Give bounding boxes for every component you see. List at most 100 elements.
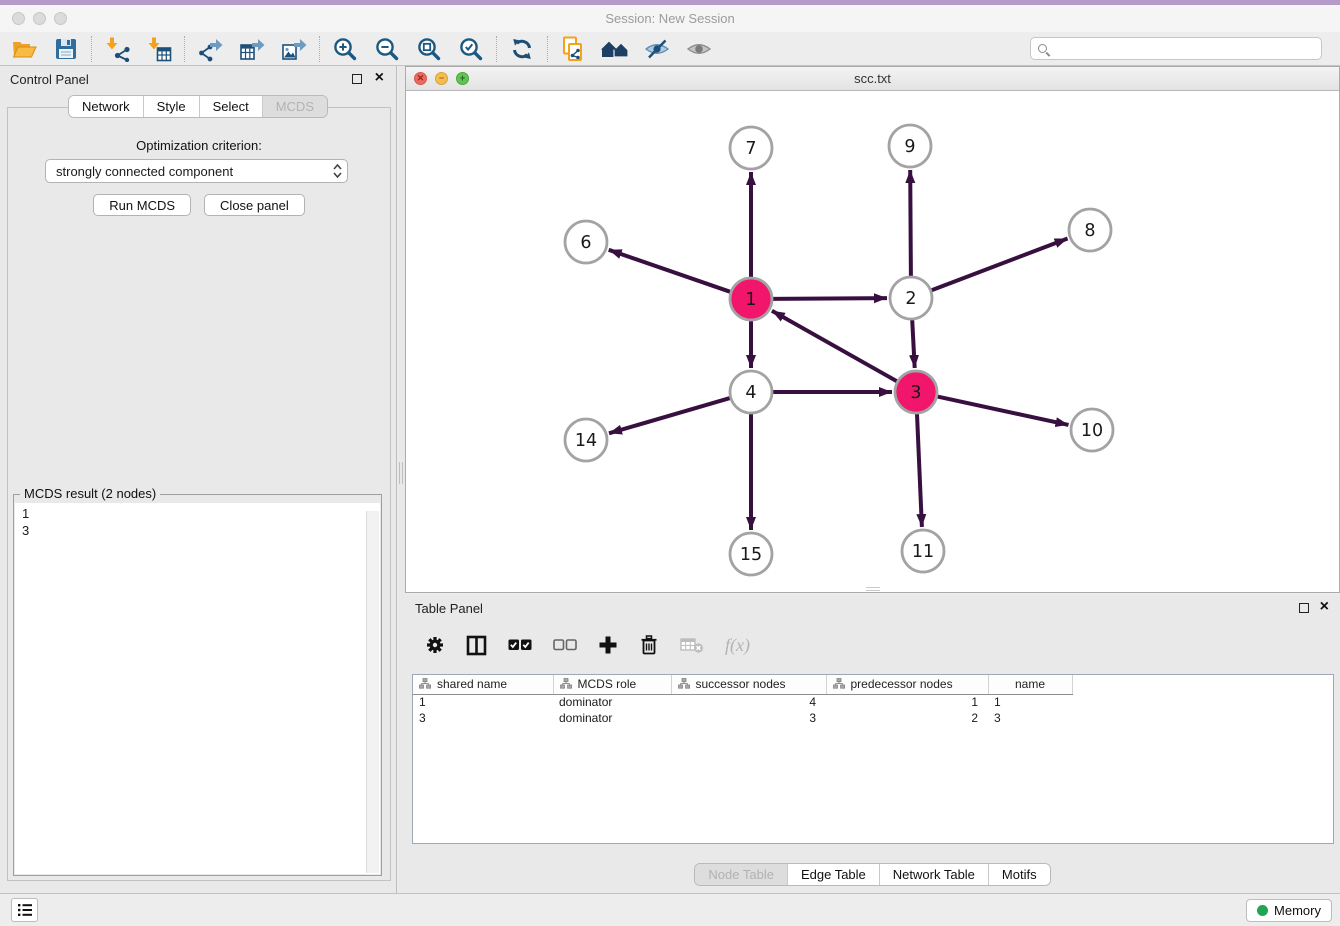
table-row[interactable]: 1dominator411 — [413, 694, 1333, 710]
function-builder-button[interactable]: f(x) — [725, 633, 750, 657]
graph-node-15[interactable]: 15 — [730, 533, 772, 575]
minimize-window-button[interactable] — [33, 12, 46, 25]
table-cell[interactable]: dominator — [553, 694, 671, 710]
column-namespace-icon — [833, 678, 845, 692]
table-tab-network-table[interactable]: Network Table — [879, 864, 988, 885]
export-image-icon — [281, 36, 307, 62]
graph-edge-4-14[interactable] — [609, 398, 730, 433]
graph-edge-2-9[interactable] — [910, 170, 911, 276]
search-box[interactable] — [1030, 37, 1322, 60]
column-header-name[interactable]: name — [988, 675, 1072, 694]
save-session-button[interactable] — [52, 35, 80, 63]
search-input[interactable] — [1053, 42, 1314, 56]
table-cell[interactable]: 3 — [413, 710, 553, 726]
control-tab-style[interactable]: Style — [143, 96, 199, 117]
close-panel-icon[interactable]: × — [375, 70, 384, 86]
graph-node-14[interactable]: 14 — [565, 419, 607, 461]
panel-splitter[interactable] — [398, 66, 405, 893]
graph-edge-3-1[interactable] — [772, 311, 897, 381]
show-all-button[interactable] — [685, 35, 713, 63]
graph-node-8[interactable]: 8 — [1069, 209, 1111, 251]
graph-node-6[interactable]: 6 — [565, 221, 607, 263]
graph-node-11[interactable]: 11 — [902, 530, 944, 572]
column-header-shared-name[interactable]: shared name — [413, 675, 553, 694]
export-table-button[interactable] — [238, 35, 266, 63]
column-header-mcds-role[interactable]: MCDS role — [553, 675, 671, 694]
zoom-in-button[interactable] — [331, 35, 359, 63]
network-window-titlebar[interactable]: ✕ − + scc.txt — [406, 67, 1339, 91]
control-tab-select[interactable]: Select — [199, 96, 262, 117]
canvas-resize-grip[interactable] — [866, 587, 880, 591]
trash-icon — [639, 634, 659, 656]
table-cell[interactable]: dominator — [553, 710, 671, 726]
zoom-out-button[interactable] — [373, 35, 401, 63]
float-table-panel-icon[interactable] — [1299, 603, 1309, 613]
column-header-predecessor-nodes[interactable]: predecessor nodes — [826, 675, 988, 694]
import-table-button[interactable] — [145, 35, 173, 63]
graph-node-10[interactable]: 10 — [1071, 409, 1113, 451]
table-tab-edge-table[interactable]: Edge Table — [787, 864, 879, 885]
clone-network-button[interactable] — [559, 35, 587, 63]
select-all-rows-button[interactable] — [508, 633, 532, 657]
graph-edge-2-3[interactable] — [912, 320, 915, 368]
close-window-button[interactable] — [12, 12, 25, 25]
result-scrollbar[interactable] — [366, 511, 379, 873]
table-tab-node-table[interactable]: Node Table — [695, 864, 787, 885]
graph-edge-2-8[interactable] — [932, 239, 1068, 291]
mcds-result-list[interactable]: 1 3 — [15, 503, 380, 874]
control-tab-network[interactable]: Network — [69, 96, 143, 117]
zoom-window-button[interactable] — [54, 12, 67, 25]
column-header-successor-nodes[interactable]: successor nodes — [671, 675, 826, 694]
graph-edge-3-10[interactable] — [938, 397, 1069, 425]
graph-node-4[interactable]: 4 — [730, 371, 772, 413]
nested-networks-button[interactable] — [601, 35, 629, 63]
delete-columns-button[interactable] — [639, 633, 659, 657]
run-mcds-button[interactable]: Run MCDS — [93, 194, 191, 216]
export-image-button[interactable] — [280, 35, 308, 63]
graph-node-7[interactable]: 7 — [730, 127, 772, 169]
control-panel-tabs: NetworkStyleSelectMCDS — [0, 95, 396, 118]
zoom-fit-button[interactable] — [415, 35, 443, 63]
table-row[interactable]: 3dominator323 — [413, 710, 1333, 726]
table-cell[interactable]: 3 — [671, 710, 826, 726]
zoom-selected-button[interactable] — [457, 35, 485, 63]
graph-node-2[interactable]: 2 — [890, 277, 932, 319]
task-history-button[interactable] — [11, 898, 38, 922]
table-cell[interactable]: 1 — [988, 694, 1072, 710]
import-network-button[interactable] — [103, 35, 131, 63]
table-cell[interactable]: 1 — [826, 694, 988, 710]
deselect-all-rows-button[interactable] — [553, 633, 577, 657]
table-cell[interactable]: 3 — [988, 710, 1072, 726]
table-cell[interactable]: 1 — [413, 694, 553, 710]
close-panel-button[interactable]: Close panel — [204, 194, 305, 216]
show-columns-button[interactable] — [466, 633, 487, 657]
graph-node-9[interactable]: 9 — [889, 125, 931, 167]
graph-edge-1-2[interactable] — [773, 298, 887, 299]
window-titlebar[interactable]: Session: New Session — [0, 5, 1340, 32]
hide-selected-button[interactable] — [643, 35, 671, 63]
graph-node-1[interactable]: 1 — [730, 278, 772, 320]
delete-table-button[interactable] — [680, 633, 704, 657]
splitter-grip[interactable] — [399, 462, 403, 484]
table-tab-motifs[interactable]: Motifs — [988, 864, 1050, 885]
graph-edge-3-11[interactable] — [917, 414, 922, 527]
add-column-button[interactable] — [598, 633, 618, 657]
optimization-criterion-select[interactable]: strongly connected component — [45, 159, 348, 183]
network-canvas[interactable]: 7 9 6 8 1 2 4 3 14 10 15 11 — [406, 92, 1339, 592]
refresh-button[interactable] — [508, 35, 536, 63]
memory-status-dot — [1257, 905, 1268, 916]
close-network-button[interactable]: ✕ — [414, 72, 427, 85]
control-tab-mcds[interactable]: MCDS — [262, 96, 327, 117]
memory-button[interactable]: Memory — [1246, 899, 1332, 922]
graph-edge-1-6[interactable] — [609, 250, 731, 292]
export-network-button[interactable] — [196, 35, 224, 63]
close-table-panel-icon[interactable]: × — [1320, 599, 1329, 615]
open-session-button[interactable] — [10, 35, 38, 63]
table-cell[interactable]: 4 — [671, 694, 826, 710]
float-panel-icon[interactable] — [352, 74, 362, 84]
graph-node-3[interactable]: 3 — [895, 371, 937, 413]
table-settings-button[interactable] — [425, 633, 445, 657]
table-cell[interactable]: 2 — [826, 710, 988, 726]
minimize-network-button[interactable]: − — [435, 72, 448, 85]
maximize-network-button[interactable]: + — [456, 72, 469, 85]
